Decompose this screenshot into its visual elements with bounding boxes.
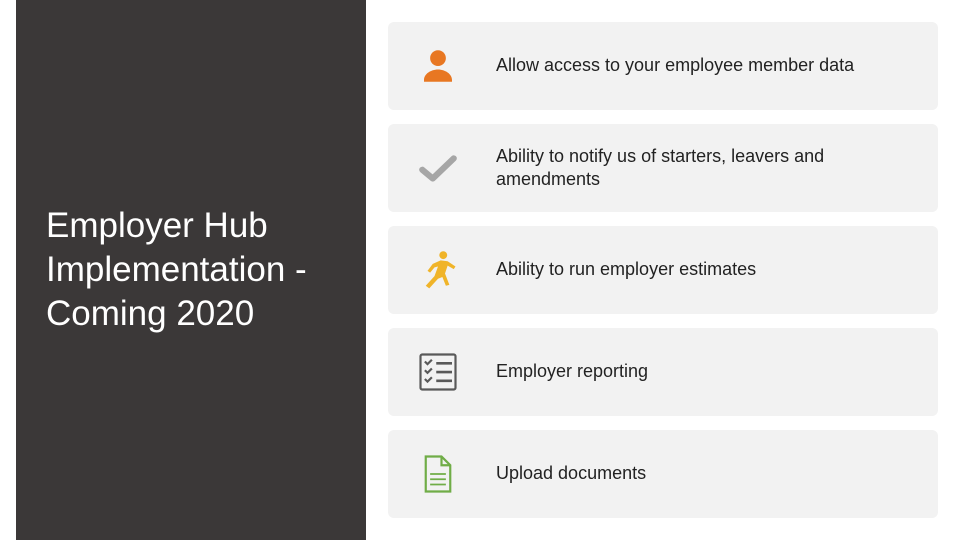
- feature-text: Ability to notify us of starters, leaver…: [496, 145, 912, 192]
- slide-title: Employer Hub Implementation - Coming 202…: [46, 204, 336, 335]
- checklist-icon: [414, 348, 462, 396]
- feature-card: Upload documents: [388, 430, 938, 518]
- feature-list: Allow access to your employee member dat…: [388, 22, 938, 518]
- feature-card: Employer reporting: [388, 328, 938, 416]
- feature-text: Employer reporting: [496, 360, 648, 383]
- feature-card: Allow access to your employee member dat…: [388, 22, 938, 110]
- runner-icon: [414, 246, 462, 294]
- person-icon: [414, 42, 462, 90]
- feature-text: Upload documents: [496, 462, 646, 485]
- document-icon: [414, 450, 462, 498]
- check-icon: [414, 144, 462, 192]
- left-panel: Employer Hub Implementation - Coming 202…: [16, 0, 366, 540]
- feature-text: Allow access to your employee member dat…: [496, 54, 854, 77]
- feature-text: Ability to run employer estimates: [496, 258, 756, 281]
- feature-card: Ability to run employer estimates: [388, 226, 938, 314]
- feature-card: Ability to notify us of starters, leaver…: [388, 124, 938, 212]
